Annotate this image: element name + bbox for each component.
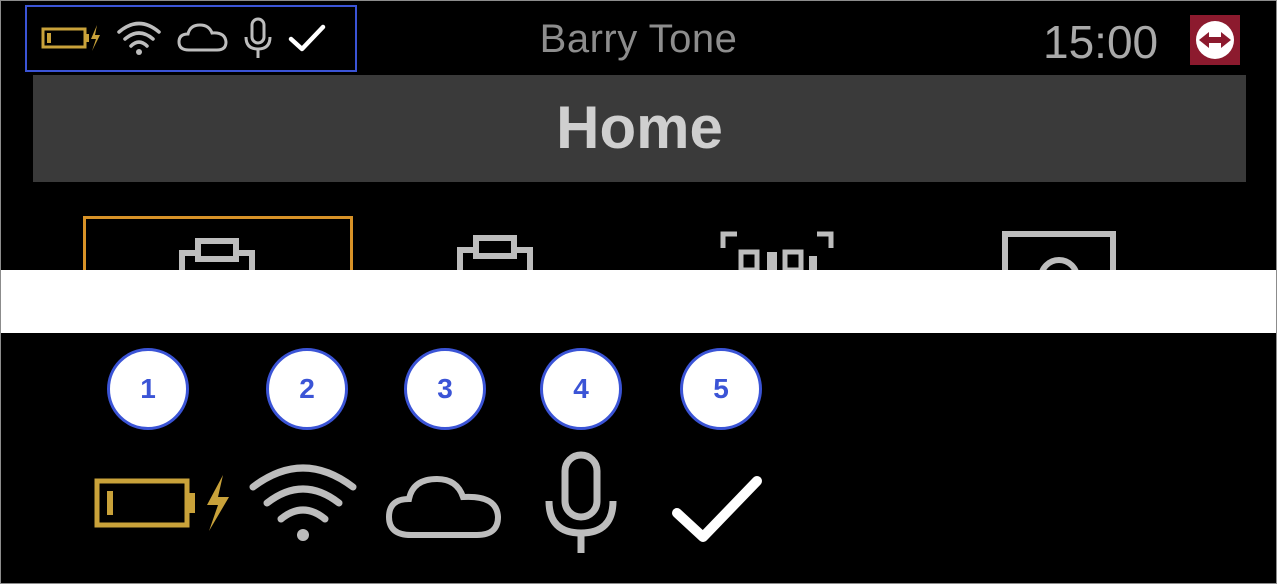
badge-4: 4	[540, 348, 622, 430]
tile-1-selected[interactable]	[83, 216, 353, 270]
tile-4[interactable]	[996, 216, 1126, 270]
wifi-icon	[249, 464, 357, 541]
icon-legend-panel: 1 2 3 4 5	[1, 333, 1276, 583]
badge-1: 1	[107, 348, 189, 430]
teamviewer-icon	[1196, 21, 1234, 59]
battery-charging-icon	[94, 475, 229, 531]
microphone-icon	[545, 451, 617, 553]
badge-5: 5	[680, 348, 762, 430]
legend-badges: 1 2 3 4 5	[1, 333, 1276, 583]
page-title: Home	[556, 94, 723, 161]
check-icon	[672, 476, 762, 542]
device-screen: Barry Tone 15:00 Home	[1, 1, 1276, 270]
photo-icon	[1002, 231, 1116, 270]
clipboard-icon	[179, 238, 255, 270]
badge-3: 3	[404, 348, 486, 430]
qr-scan-icon	[720, 231, 834, 270]
clipboard-icon	[457, 235, 533, 270]
clock: 15:00	[1043, 16, 1159, 68]
tile-2[interactable]	[441, 216, 561, 270]
badge-2: 2	[266, 348, 348, 430]
tile-3[interactable]	[711, 216, 841, 270]
cloud-icon	[385, 475, 502, 538]
header-bar: Home	[33, 75, 1246, 182]
teamviewer-logo[interactable]	[1190, 15, 1240, 65]
